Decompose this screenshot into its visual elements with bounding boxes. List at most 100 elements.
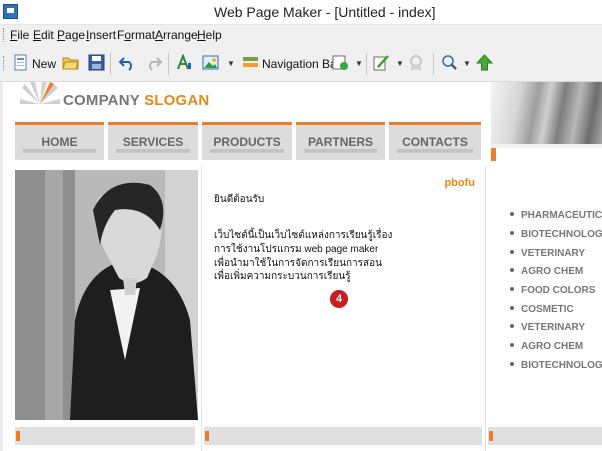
nav-label: PRODUCTS xyxy=(213,135,281,149)
bullet-icon xyxy=(510,287,514,292)
step-number-badge: 4 xyxy=(330,290,348,308)
menu-label-part: rrange xyxy=(163,28,198,42)
bullet-icon xyxy=(510,231,514,236)
list-item[interactable]: COSMETIC xyxy=(510,304,574,315)
bullet-icon xyxy=(510,362,514,367)
form-dropdown-arrow[interactable]: ▼ xyxy=(355,59,363,68)
column-divider xyxy=(201,166,202,451)
toolbar-separator xyxy=(366,53,367,75)
footer-bar-middle[interactable] xyxy=(204,427,482,445)
accent-tick xyxy=(16,431,20,441)
content-tag: pbofu xyxy=(444,177,475,189)
disabled-tool-icon xyxy=(410,55,422,70)
nav-contacts-button[interactable]: CONTACTS xyxy=(389,122,481,160)
footer-bar-left[interactable] xyxy=(15,427,195,445)
zoom-dropdown-arrow[interactable]: ▼ xyxy=(463,59,471,68)
menu-mnemonic: A xyxy=(155,28,164,42)
menu-label-part: nsert xyxy=(89,28,117,42)
accent-tick xyxy=(489,431,493,441)
slogan-text: SLOGAN xyxy=(144,92,210,109)
bullet-icon xyxy=(510,212,514,217)
toolbar-separator xyxy=(433,53,434,75)
nav-label: PARTNERS xyxy=(307,135,374,149)
insert-form-icon[interactable] xyxy=(332,54,349,71)
menu-label-part: rmat xyxy=(131,28,156,42)
open-folder-icon[interactable] xyxy=(62,54,79,71)
bullet-icon xyxy=(510,306,514,311)
nav-products-button[interactable]: PRODUCTS xyxy=(202,122,292,160)
image-dropdown-arrow[interactable]: ▼ xyxy=(227,59,235,68)
company-logo-icon xyxy=(20,82,60,104)
nav-label: CONTACTS xyxy=(402,135,468,149)
menu-mnemonic: H xyxy=(197,28,206,42)
menu-label-part: elp xyxy=(205,28,222,42)
tool-bar: New ▼ Navigation Bar ▼ ▼ ▼ xyxy=(0,45,602,82)
nav-home-button[interactable]: HOME xyxy=(15,122,104,160)
business-woman-photo[interactable] xyxy=(15,170,198,420)
menu-bar: File Edit Page Insert Format Arrange Help xyxy=(0,25,602,45)
nav-label: HOME xyxy=(41,135,78,149)
list-item[interactable]: FOOD COLORS xyxy=(510,285,595,296)
nav-underline xyxy=(23,149,96,153)
navigation-bar-button[interactable]: Navigation Bar xyxy=(262,57,341,71)
toolbar-separator xyxy=(110,53,111,75)
undo-icon[interactable] xyxy=(119,54,136,71)
body-line: การใช้งานโปรแกรม web page maker xyxy=(214,244,379,255)
menu-mnemonic: P xyxy=(57,28,66,42)
list-item[interactable]: VETERINARY xyxy=(510,322,585,333)
menu-grip[interactable] xyxy=(3,28,6,42)
menu-page[interactable]: Page xyxy=(57,28,85,42)
menu-label-part: age xyxy=(65,28,86,42)
list-item[interactable]: BIOTECHNOLOGY xyxy=(510,229,602,240)
body-line: เว็บไซต์นี้เป็นเว็บไซต์แหล่งการเรียนรู้เ… xyxy=(214,230,393,241)
insert-text-icon[interactable] xyxy=(176,54,193,71)
bullet-icon xyxy=(510,250,514,255)
company-slogan: COMPANY SLOGAN xyxy=(63,92,209,109)
style-dropdown-arrow[interactable]: ▼ xyxy=(396,59,404,68)
toolbar-grip[interactable] xyxy=(3,56,6,70)
insert-image-icon[interactable] xyxy=(202,54,219,71)
photo-illustration xyxy=(15,170,198,420)
footer-bar-right[interactable] xyxy=(488,427,602,445)
title-bar: Web Page Maker - [Untitled - index] xyxy=(0,0,602,25)
menu-file[interactable]: File xyxy=(10,28,29,42)
menu-arrange[interactable]: Arrange xyxy=(155,28,198,42)
nav-label: SERVICES xyxy=(122,135,184,149)
menu-label-part: ile xyxy=(17,28,30,42)
navigation-bar-icon[interactable] xyxy=(242,54,259,71)
canvas-edge xyxy=(0,82,3,451)
menu-mnemonic: E xyxy=(33,28,42,42)
nav-services-button[interactable]: SERVICES xyxy=(108,122,198,160)
accent-tick xyxy=(205,431,209,441)
nav-partners-button[interactable]: PARTNERS xyxy=(296,122,385,160)
menu-insert[interactable]: Insert xyxy=(86,28,116,42)
window-title: Web Page Maker - [Untitled - index] xyxy=(214,4,436,20)
bullet-icon xyxy=(510,324,514,329)
design-canvas[interactable]: COMPANY SLOGAN HOME SERVICES PRODUCTS PA… xyxy=(0,82,602,451)
redo-icon[interactable] xyxy=(145,54,162,71)
new-button[interactable]: New xyxy=(32,57,56,71)
bullet-icon xyxy=(510,343,514,348)
menu-format[interactable]: Format xyxy=(117,28,155,42)
list-item[interactable]: BIOTECHNOLOGY xyxy=(510,360,602,371)
company-name: COMPANY xyxy=(63,92,140,109)
nav-underline xyxy=(116,149,190,153)
save-icon[interactable] xyxy=(88,54,105,71)
nav-underline xyxy=(304,149,377,153)
body-line: เพื่อเพิ่มความกระบวนการเรียนรู้ xyxy=(214,271,351,282)
menu-help[interactable]: Help xyxy=(197,28,222,42)
menu-edit[interactable]: Edit xyxy=(33,28,54,42)
header-building-photo[interactable] xyxy=(491,82,602,144)
bullet-icon xyxy=(510,268,514,273)
list-item[interactable]: PHARMACEUTICAL xyxy=(510,210,602,221)
menu-label-part: dit xyxy=(41,28,54,42)
zoom-icon[interactable] xyxy=(441,54,458,71)
publish-arrow-up-icon[interactable] xyxy=(476,54,493,71)
list-item[interactable]: AGRO CHEM xyxy=(510,266,583,277)
list-item[interactable]: AGRO CHEM xyxy=(510,341,583,352)
edit-style-icon[interactable] xyxy=(373,54,390,71)
list-item[interactable]: VETERINARY xyxy=(510,248,585,259)
column-divider xyxy=(485,166,486,451)
new-page-icon[interactable] xyxy=(12,54,29,71)
accent-tick xyxy=(491,148,496,161)
